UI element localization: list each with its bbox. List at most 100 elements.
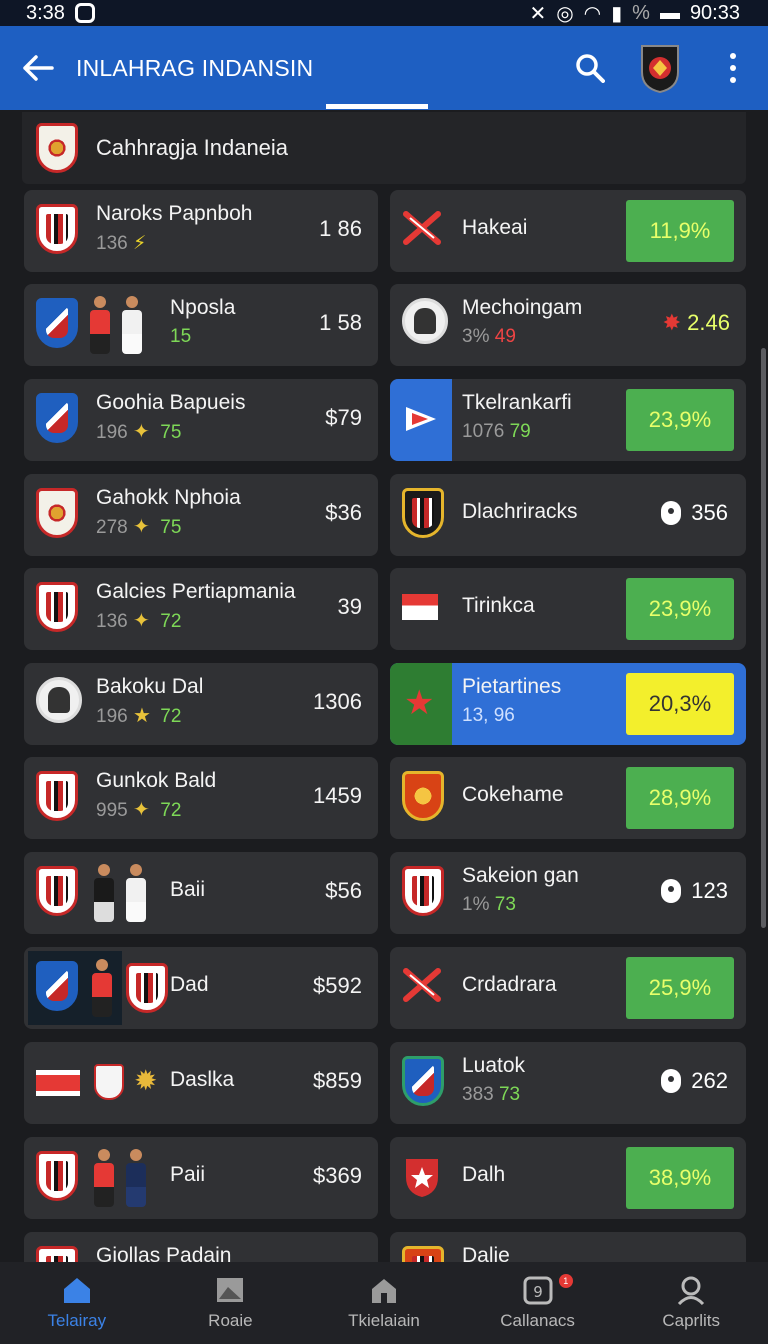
medal-icon: ✦ bbox=[132, 421, 150, 443]
shield-icon bbox=[36, 771, 82, 825]
location-icon bbox=[661, 879, 682, 903]
crest-icon bbox=[36, 488, 82, 542]
team-card[interactable]: Mechoingam 3% 49 ✸ 2.46 bbox=[390, 284, 746, 366]
nav-label: Callanacs bbox=[500, 1311, 575, 1330]
nav-label: Caprlits bbox=[662, 1311, 720, 1330]
shield-icon bbox=[402, 866, 448, 920]
more-options-button[interactable] bbox=[718, 38, 748, 98]
team-sub-num: 383 bbox=[462, 1084, 494, 1105]
team-sub: 15 bbox=[170, 326, 191, 348]
nav-label: Tkielaiain bbox=[348, 1311, 420, 1330]
team-card-selected[interactable]: ★ Pietartines 13, 96 20,3% bbox=[390, 663, 746, 745]
team-card[interactable]: Naroks Papnboh 136 ⚡ 1 86 bbox=[24, 190, 378, 272]
team-card[interactable]: Cokehame 28,9% bbox=[390, 757, 746, 839]
team-name: Hakeai bbox=[462, 216, 528, 239]
team-sub-score: 72 bbox=[160, 800, 182, 821]
team-name: Daslka bbox=[170, 1068, 235, 1091]
team-card[interactable]: Baii $56 bbox=[24, 852, 378, 934]
nav-item-stadium[interactable]: Tkielaiain bbox=[307, 1262, 461, 1344]
team-card[interactable]: Dad $592 bbox=[24, 947, 378, 1029]
team-card[interactable]: Nposla 15 1 58 bbox=[24, 284, 378, 366]
player-avatar-icon bbox=[402, 298, 448, 352]
lightning-icon: ⚡ bbox=[132, 233, 147, 254]
flag-icon bbox=[402, 594, 448, 648]
player-images bbox=[90, 955, 120, 1021]
team-card[interactable]: Sakeion gan 1% 73 123 bbox=[390, 852, 746, 934]
team-name: Tkelrankarfi bbox=[462, 391, 572, 414]
dot bbox=[730, 53, 736, 59]
team-card[interactable]: Tirinkca 23,9% bbox=[390, 568, 746, 650]
team-sub: 1% 73 bbox=[462, 894, 516, 916]
nav-item-home[interactable]: Telairay bbox=[0, 1262, 154, 1344]
team-card[interactable]: Hakeai 11,9% bbox=[390, 190, 746, 272]
team-value: 1459 bbox=[313, 783, 362, 808]
search-icon bbox=[576, 54, 605, 83]
team-card[interactable]: Gunkok Bald 995 ✦ 72 1459 bbox=[24, 757, 378, 839]
x-logo-icon bbox=[402, 208, 448, 262]
team-card[interactable]: Goohia Bapueis 196 ✦ 75 $79 bbox=[24, 379, 378, 461]
location-icon bbox=[661, 1069, 682, 1093]
page-title: INLAHRAG INDANSIN bbox=[76, 54, 314, 81]
team-card[interactable]: Gahokk Nphoia 278 ✦ 75 $36 bbox=[24, 474, 378, 556]
team-card[interactable]: Bakoku Dal 196 ★ 72 1306 bbox=[24, 663, 378, 745]
team-sub-score: 79 bbox=[509, 421, 531, 442]
team-value: 1 86 bbox=[319, 216, 362, 241]
nav-item-calendar[interactable]: 9 1 Callanacs bbox=[461, 1262, 615, 1344]
team-name: Mechoingam bbox=[462, 296, 583, 319]
club-logo-icon[interactable] bbox=[638, 42, 682, 94]
calendar-icon: 9 bbox=[523, 1276, 553, 1305]
team-card[interactable]: Dalie bbox=[390, 1232, 746, 1262]
tab-indicator bbox=[326, 104, 428, 109]
team-card[interactable]: ✹ Daslka $859 bbox=[24, 1042, 378, 1124]
team-card[interactable]: Paii $369 bbox=[24, 1137, 378, 1219]
team-value: $56 bbox=[325, 878, 362, 903]
team-sub: 196 ★ 72 bbox=[96, 705, 181, 728]
wifi-icon: ◠ bbox=[583, 2, 602, 25]
percent-badge: 20,3% bbox=[626, 673, 734, 735]
dot bbox=[730, 65, 736, 71]
team-value: $36 bbox=[325, 500, 362, 525]
dot bbox=[730, 77, 736, 83]
scrollbar[interactable] bbox=[761, 348, 766, 928]
location-num: 262 bbox=[691, 1068, 728, 1093]
team-sub: 383 73 bbox=[462, 1084, 520, 1106]
team-card[interactable]: Tkelrankarfi 1076 79 23,9% bbox=[390, 379, 746, 461]
emblem-icon: ✹ bbox=[134, 1065, 158, 1096]
team-name: Crdadrara bbox=[462, 973, 557, 996]
team-sub: 278 ✦ 75 bbox=[96, 516, 181, 539]
bottom-navigation: Telairay Roaie Tkielaiain 9 1 Callanacs … bbox=[0, 1262, 768, 1344]
back-button[interactable] bbox=[0, 26, 76, 110]
shield-icon bbox=[36, 582, 82, 636]
nav-item-profile[interactable]: Caprlits bbox=[614, 1262, 768, 1344]
team-sub: 136 ⚡ bbox=[96, 232, 146, 255]
team-sub-score: 75 bbox=[160, 422, 182, 443]
team-card[interactable]: Crdadrara 25,9% bbox=[390, 947, 746, 1029]
profile-icon bbox=[678, 1276, 705, 1305]
record-icon bbox=[74, 3, 95, 23]
team-name: Sakeion gan bbox=[462, 864, 579, 887]
team-sub-num: 1% bbox=[462, 894, 490, 915]
team-value: 1 58 bbox=[319, 310, 362, 335]
player-figure bbox=[124, 864, 148, 926]
crest-icon bbox=[402, 771, 448, 825]
team-card[interactable]: Luatok 383 73 262 bbox=[390, 1042, 746, 1124]
team-card[interactable]: Dalh 38,9% bbox=[390, 1137, 746, 1219]
team-name: Galcies Pertiapmania bbox=[96, 580, 296, 603]
team-name: Giollas Padain bbox=[96, 1244, 232, 1262]
team-name: Gunkok Bald bbox=[96, 769, 217, 792]
team-value: $79 bbox=[325, 405, 362, 430]
search-button[interactable] bbox=[560, 38, 620, 98]
mute-icon: ✕ bbox=[529, 2, 547, 25]
team-card[interactable]: Dlachriracks 356 bbox=[390, 474, 746, 556]
shield-icon bbox=[36, 1151, 82, 1205]
team-name: Gahokk Nphoia bbox=[96, 486, 241, 509]
status-time: 3:38 bbox=[26, 1, 65, 24]
team-name: Pietartines bbox=[462, 675, 562, 698]
nav-item-media[interactable]: Roaie bbox=[154, 1262, 308, 1344]
pennant-icon bbox=[402, 397, 448, 451]
team-card[interactable]: Giollas Padain bbox=[24, 1232, 378, 1262]
team-name: Bakoku Dal bbox=[96, 675, 204, 698]
content-list[interactable]: Cahhragja Indaneia Naroks Papnboh 136 ⚡ … bbox=[0, 112, 768, 1262]
team-card[interactable]: Galcies Pertiapmania 136 ✦ 72 39 bbox=[24, 568, 378, 650]
team-name: Dad bbox=[170, 973, 209, 996]
